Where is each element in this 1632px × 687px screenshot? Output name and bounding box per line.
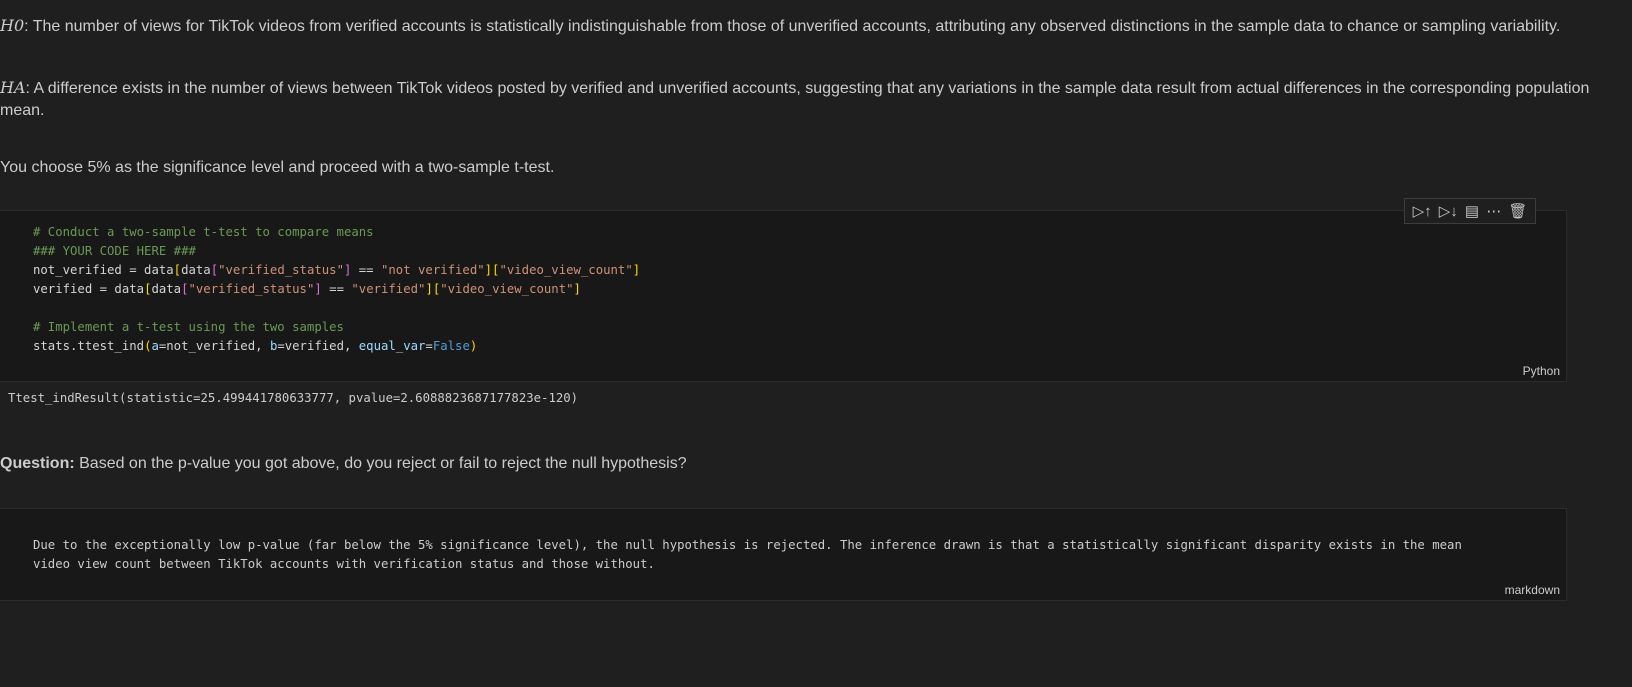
code-token: == bbox=[351, 263, 381, 277]
code-line: verified = data[data["verified_status"] … bbox=[33, 280, 640, 299]
delete-icon[interactable]: 🗑 bbox=[1508, 202, 1527, 220]
code-token: [ bbox=[210, 263, 219, 277]
h0-label: H0 bbox=[0, 16, 25, 35]
code-line: not_verified = data[data["verified_statu… bbox=[33, 261, 640, 280]
code-cell[interactable]: # Conduct a two-sample t-test to compare… bbox=[0, 210, 1567, 382]
ha-label: HA bbox=[0, 78, 26, 97]
answer-line: Due to the exceptionally low p-value (fa… bbox=[33, 538, 1462, 552]
language-label[interactable]: markdown bbox=[1505, 583, 1560, 597]
code-token: equal_var bbox=[358, 339, 426, 353]
code-token: "verified_status" bbox=[218, 263, 344, 277]
code-token: ][ bbox=[425, 282, 441, 296]
split-cell-icon[interactable]: ▤ bbox=[1465, 202, 1479, 220]
language-label[interactable]: Python bbox=[1523, 364, 1560, 378]
code-token: == bbox=[321, 282, 352, 296]
more-icon[interactable]: ⋯ bbox=[1486, 202, 1501, 220]
h0-paragraph: H0: The number of views for TikTok video… bbox=[0, 15, 1590, 38]
code-token: "verified" bbox=[351, 282, 426, 296]
code-token: stats.ttest_ind bbox=[33, 339, 145, 353]
code-editor[interactable]: # Conduct a two-sample t-test to compare… bbox=[33, 223, 640, 356]
code-token: ][ bbox=[484, 263, 500, 277]
code-token: ] bbox=[573, 282, 581, 296]
code-line: ### YOUR CODE HERE ### bbox=[33, 242, 640, 261]
code-line: # Conduct a two-sample t-test to compare… bbox=[33, 223, 640, 242]
code-token: ### YOUR CODE HERE ### bbox=[33, 244, 196, 258]
h0-text: : The number of views for TikTok videos … bbox=[24, 18, 1561, 35]
code-token: # Implement a t-test using the two sampl… bbox=[33, 320, 344, 334]
answer-line: video view count between TikTok accounts… bbox=[33, 557, 655, 571]
cell-output: Ttest_indResult(statistic=25.49944178063… bbox=[8, 391, 579, 405]
ha-text: : A difference exists in the number of v… bbox=[0, 80, 1590, 119]
code-token: ) bbox=[469, 339, 478, 353]
code-token: ] bbox=[314, 282, 322, 296]
code-line: # Implement a t-test using the two sampl… bbox=[33, 318, 640, 337]
code-token: # Conduct a two-sample t-test to compare… bbox=[33, 225, 374, 239]
code-token: [ bbox=[173, 263, 182, 277]
code-token: a bbox=[151, 339, 159, 353]
question-paragraph: Question: Based on the p-value you got a… bbox=[0, 453, 1590, 475]
code-token: [ bbox=[181, 282, 189, 296]
code-token: data bbox=[151, 282, 182, 296]
code-token: =not_verified, bbox=[158, 339, 270, 353]
code-token: ] bbox=[632, 263, 641, 277]
run-below-icon[interactable]: ▷↓ bbox=[1439, 202, 1458, 220]
cell-toolbar: ▷↑ ▷↓ ▤ ⋯ 🗑 bbox=[1404, 198, 1536, 224]
code-token: "video_view_count" bbox=[499, 263, 633, 277]
code-token: =verified, bbox=[277, 339, 359, 353]
code-line: stats.ttest_ind(a=not_verified, b=verifi… bbox=[33, 337, 640, 356]
markdown-cell[interactable]: Due to the exceptionally low p-value (fa… bbox=[0, 508, 1567, 601]
significance-text: You choose 5% as the significance level … bbox=[0, 159, 555, 176]
code-token: "verified_status" bbox=[188, 282, 315, 296]
question-text: Based on the p-value you got above, do y… bbox=[74, 455, 687, 472]
code-token: verified = data bbox=[33, 282, 145, 296]
markdown-source[interactable]: Due to the exceptionally low p-value (fa… bbox=[33, 536, 1462, 574]
question-label: Question: bbox=[0, 455, 75, 472]
code-token: "not verified" bbox=[381, 263, 485, 277]
code-token: = bbox=[425, 339, 433, 353]
code-token: False bbox=[432, 339, 470, 353]
run-above-icon[interactable]: ▷↑ bbox=[1413, 202, 1432, 220]
code-token: not_verified = data bbox=[33, 263, 174, 277]
code-token: data bbox=[181, 263, 211, 277]
ha-paragraph: HA: A difference exists in the number of… bbox=[0, 77, 1590, 122]
code-token: "video_view_count" bbox=[440, 282, 574, 296]
